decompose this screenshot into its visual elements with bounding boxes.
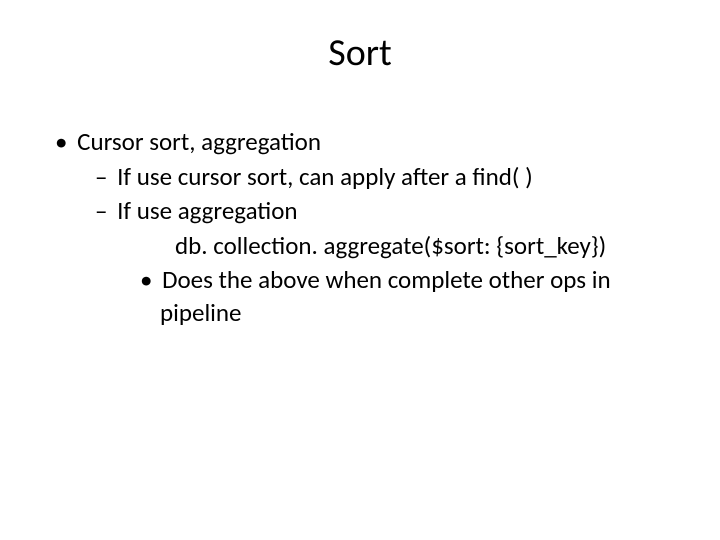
bullet-text: Does the above when complete other ops i… [160, 264, 611, 328]
bullet-level-2: If use aggregation [95, 195, 680, 228]
bullet-level-2: If use cursor sort, can apply after a fi… [95, 161, 680, 194]
bullet-level-3: db. collection. aggregate($sort: {sort_k… [175, 230, 680, 263]
slide-title: Sort [40, 30, 680, 76]
bullet-level-1: Cursor sort, aggregation [55, 126, 680, 159]
slide-content: Cursor sort, aggregation If use cursor s… [40, 126, 680, 329]
bullet-text: Cursor sort, aggregation [77, 126, 321, 157]
bullet-level-4: Does the above when complete other ops i… [140, 264, 680, 329]
slide: Sort Cursor sort, aggregation If use cur… [0, 0, 720, 540]
bullet-text: db. collection. aggregate($sort: {sort_k… [175, 230, 606, 261]
bullet-text: If use cursor sort, can apply after a fi… [117, 161, 533, 192]
bullet-text: If use aggregation [117, 195, 297, 226]
